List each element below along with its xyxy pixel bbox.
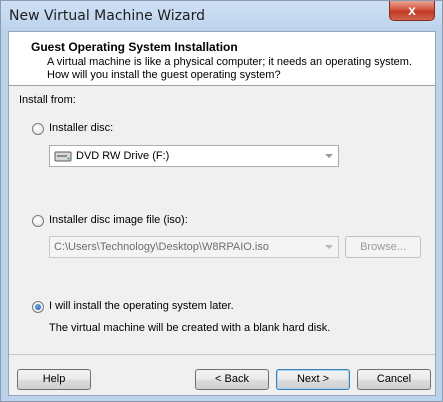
installer-disc-radio[interactable] xyxy=(32,123,44,135)
page-title: Guest Operating System Installation xyxy=(31,40,238,54)
installer-disc-dropdown[interactable]: DVD RW Drive (F:) xyxy=(49,145,339,167)
footer-divider xyxy=(9,354,435,355)
chevron-down-icon xyxy=(325,245,333,249)
cancel-button[interactable]: Cancel xyxy=(357,369,431,390)
wizard-client-area: Guest Operating System Installation A vi… xyxy=(8,31,436,396)
back-button[interactable]: < Back xyxy=(195,369,269,390)
window-title: New Virtual Machine Wizard xyxy=(9,8,205,24)
wizard-header: Guest Operating System Installation A vi… xyxy=(9,32,435,86)
iso-radio[interactable] xyxy=(32,215,44,227)
title-bar[interactable]: New Virtual Machine Wizard x xyxy=(1,1,442,31)
dvd-drive-icon xyxy=(54,151,72,162)
install-from-label: Install from: xyxy=(19,94,76,106)
close-icon: x xyxy=(408,2,416,18)
browse-button[interactable]: Browse... xyxy=(345,236,421,258)
next-button[interactable]: Next > xyxy=(276,369,350,390)
installer-disc-value: DVD RW Drive (F:) xyxy=(76,150,170,162)
iso-path-value: C:\Users\Technology\Desktop\W8RPAIO.iso xyxy=(54,241,269,253)
chevron-down-icon xyxy=(325,154,333,158)
wizard-window: New Virtual Machine Wizard x Guest Opera… xyxy=(0,0,443,402)
iso-label[interactable]: Installer disc image file (iso): xyxy=(49,214,188,226)
install-later-radio[interactable] xyxy=(32,301,44,313)
installer-disc-label[interactable]: Installer disc: xyxy=(49,122,113,134)
install-later-note: The virtual machine will be created with… xyxy=(49,322,331,334)
page-description: A virtual machine is like a physical com… xyxy=(47,56,413,81)
iso-path-combobox[interactable]: C:\Users\Technology\Desktop\W8RPAIO.iso xyxy=(49,236,339,258)
close-button[interactable]: x xyxy=(389,1,435,21)
help-button[interactable]: Help xyxy=(17,369,91,390)
install-later-label[interactable]: I will install the operating system late… xyxy=(49,300,234,312)
